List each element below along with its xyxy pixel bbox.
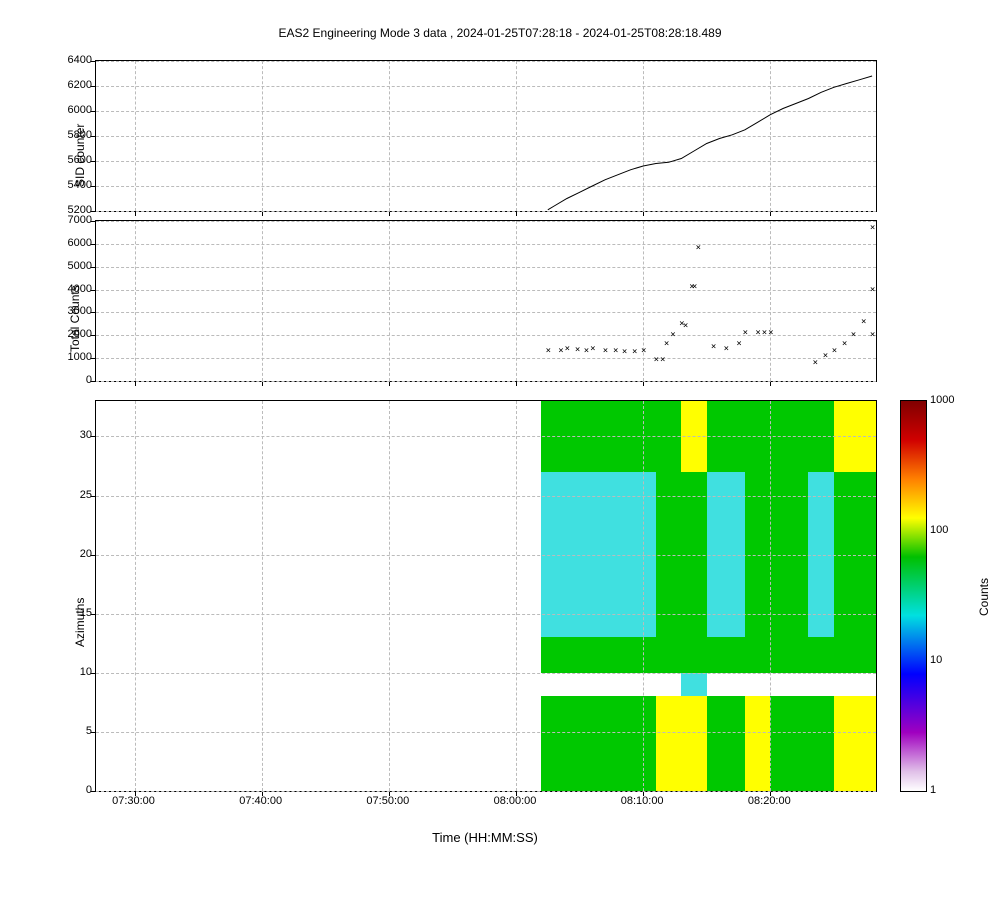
data-point: × (736, 341, 743, 348)
heatmap-cell (808, 696, 833, 791)
ytick-label: 30 (42, 429, 92, 441)
plot-azimuths (95, 400, 877, 792)
heatmap-cell (834, 673, 876, 697)
ytick-label: 7000 (42, 214, 92, 226)
heatmap-cell (656, 673, 681, 697)
xtick-label: 07:50:00 (358, 795, 418, 807)
data-point: × (742, 330, 749, 337)
colorbar-tick: 10 (930, 654, 942, 666)
data-point: × (869, 225, 876, 232)
heatmap-cell (580, 696, 618, 791)
heatmap-cell (834, 696, 876, 791)
ytick-label: 6400 (42, 54, 92, 66)
heatmap-cell (681, 637, 706, 672)
data-point: × (659, 357, 666, 364)
data-point: × (589, 346, 596, 353)
heatmap-cell (770, 696, 808, 791)
ytick-label: 2000 (42, 328, 92, 340)
data-point: × (695, 245, 702, 252)
data-point: × (841, 341, 848, 348)
ytick-label: 10 (42, 666, 92, 678)
data-point: × (663, 341, 670, 348)
heatmap-cell (745, 696, 770, 791)
heatmap-cell (618, 637, 656, 672)
ytick-label: 5600 (42, 154, 92, 166)
heatmap-cell (656, 637, 681, 672)
data-point: × (812, 360, 819, 367)
data-point: × (850, 332, 857, 339)
ytick-label: 5400 (42, 179, 92, 191)
ytick-label: 6000 (42, 237, 92, 249)
colorbar-label: Counts (977, 578, 991, 616)
data-point: × (602, 348, 609, 355)
xtick-label: 07:40:00 (231, 795, 291, 807)
heatmap-cell (745, 673, 770, 697)
colorbar (900, 400, 927, 792)
heatmap-cell (681, 696, 706, 791)
data-point: × (710, 344, 717, 351)
heatmap-cell (834, 637, 876, 672)
data-point: × (869, 287, 876, 294)
heatmap-cell (745, 637, 770, 672)
heatmap-cell (770, 673, 808, 697)
ytick-label: 6000 (42, 104, 92, 116)
colorbar-tick: 100 (930, 524, 948, 536)
colorbar-tick: 1 (930, 784, 936, 796)
ytick-label: 20 (42, 548, 92, 560)
data-point: × (669, 332, 676, 339)
ytick-label: 5000 (42, 260, 92, 272)
heatmap-cell (770, 637, 808, 672)
data-point: × (691, 284, 698, 291)
ytick-label: 0 (42, 784, 92, 796)
heatmap-cell (707, 673, 745, 697)
chart-title: EAS2 Engineering Mode 3 data , 2024-01-2… (0, 26, 1000, 40)
heatmap-cell (580, 673, 618, 697)
data-point: × (831, 348, 838, 355)
heatmap-cell (656, 696, 681, 791)
ytick-label: 5 (42, 725, 92, 737)
xtick-label: 08:00:00 (485, 795, 545, 807)
heatmap-cell (808, 637, 833, 672)
xlabel: Time (HH:MM:SS) (95, 830, 875, 845)
ylabel-3: Azimuths (73, 547, 87, 647)
ytick-label: 25 (42, 489, 92, 501)
colorbar-tick: 1000 (930, 394, 954, 406)
plot-sid-counter (95, 60, 877, 212)
data-point: × (564, 346, 571, 353)
data-point: × (682, 323, 689, 330)
data-point: × (767, 330, 774, 337)
ytick-label: 4000 (42, 283, 92, 295)
xtick-label: 08:20:00 (739, 795, 799, 807)
data-point: × (860, 319, 867, 326)
data-point: × (621, 349, 628, 356)
heatmap-cell (808, 673, 833, 697)
data-point: × (631, 349, 638, 356)
data-point: × (612, 348, 619, 355)
data-point: × (640, 348, 647, 355)
heatmap-cell (541, 696, 579, 791)
heatmap-cell (618, 673, 656, 697)
heatmap-cell (618, 696, 656, 791)
heatmap-cell (580, 637, 618, 672)
plot-total-counts: ×××××××××××××××××××××××××××××××××××× (95, 220, 877, 382)
data-point: × (869, 332, 876, 339)
ytick-label: 3000 (42, 305, 92, 317)
data-point: × (545, 348, 552, 355)
heatmap-cell (681, 673, 706, 697)
xtick-label: 07:30:00 (104, 795, 164, 807)
ytick-label: 1000 (42, 351, 92, 363)
ytick-label: 0 (42, 374, 92, 386)
heatmap-cell (541, 637, 579, 672)
ytick-label: 6200 (42, 79, 92, 91)
data-point: × (822, 353, 829, 360)
data-point: × (723, 346, 730, 353)
ytick-label: 15 (42, 607, 92, 619)
heatmap-cell (707, 637, 745, 672)
heatmap-cell (541, 673, 579, 697)
heatmap-cell (707, 696, 745, 791)
data-point: × (574, 347, 581, 354)
xtick-label: 08:10:00 (612, 795, 672, 807)
ytick-label: 5800 (42, 129, 92, 141)
